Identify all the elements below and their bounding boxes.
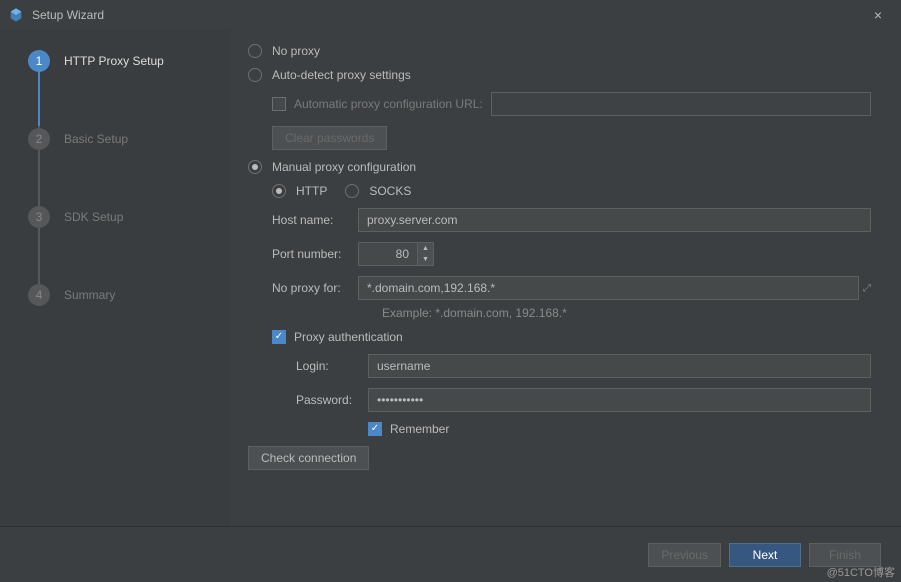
noproxy-example: Example: *.domain.com, 192.168.*: [382, 306, 871, 320]
main-panel: No proxy Auto-detect proxy settings Auto…: [230, 30, 901, 526]
noproxy-input[interactable]: [358, 276, 859, 300]
checkbox-icon: [368, 422, 382, 436]
step-label: Basic Setup: [64, 132, 128, 146]
stepper-up-icon[interactable]: ▲: [418, 243, 433, 254]
radio-icon: [248, 68, 262, 82]
step-label: Summary: [64, 288, 115, 302]
checkbox-icon: [272, 97, 286, 111]
app-logo-icon: [8, 7, 24, 23]
radio-no-proxy[interactable]: No proxy: [248, 44, 871, 58]
expand-icon[interactable]: ⤢: [863, 283, 871, 294]
login-label: Login:: [296, 359, 368, 373]
radio-label: Auto-detect proxy settings: [272, 68, 411, 82]
previous-button[interactable]: Previous: [648, 543, 721, 567]
step-number: 1: [28, 50, 50, 72]
checkbox-remember[interactable]: Remember: [368, 422, 871, 436]
checkbox-auth[interactable]: Proxy authentication: [272, 330, 871, 344]
radio-label: No proxy: [272, 44, 320, 58]
window-title: Setup Wizard: [32, 8, 863, 22]
checkbox-label: Proxy authentication: [294, 330, 403, 344]
radio-icon: [248, 44, 262, 58]
checkbox-auto-url[interactable]: Automatic proxy configuration URL:: [272, 92, 871, 116]
port-label: Port number:: [272, 247, 358, 261]
password-input[interactable]: [368, 388, 871, 412]
step-label: HTTP Proxy Setup: [64, 54, 164, 68]
finish-button[interactable]: Finish: [809, 543, 881, 567]
wizard-sidebar: 1 HTTP Proxy Setup 2 Basic Setup 3 SDK S…: [0, 30, 230, 526]
close-icon[interactable]: ×: [863, 7, 893, 23]
checkbox-label: Automatic proxy configuration URL:: [294, 97, 483, 111]
password-label: Password:: [296, 393, 368, 407]
stepper-down-icon[interactable]: ▼: [418, 254, 433, 265]
radio-http[interactable]: HTTP: [272, 184, 327, 198]
step-number: 3: [28, 206, 50, 228]
step-basic-setup[interactable]: 2 Basic Setup: [28, 128, 230, 150]
step-summary[interactable]: 4 Summary: [28, 284, 230, 306]
titlebar: Setup Wizard ×: [0, 0, 901, 30]
noproxy-label: No proxy for:: [272, 281, 358, 295]
radio-socks[interactable]: SOCKS: [345, 184, 411, 198]
radio-auto-detect[interactable]: Auto-detect proxy settings: [248, 68, 871, 82]
radio-icon: [272, 184, 286, 198]
step-label: SDK Setup: [64, 210, 123, 224]
radio-label: HTTP: [296, 184, 327, 198]
check-connection-button[interactable]: Check connection: [248, 446, 369, 470]
bottom-bar: Previous Next Finish: [0, 526, 901, 582]
radio-icon: [345, 184, 359, 198]
login-input[interactable]: [368, 354, 871, 378]
clear-passwords-button[interactable]: Clear passwords: [272, 126, 387, 150]
step-sdk-setup[interactable]: 3 SDK Setup: [28, 206, 230, 228]
auto-url-input[interactable]: [491, 92, 871, 116]
checkbox-icon: [272, 330, 286, 344]
port-stepper[interactable]: ▲▼: [358, 242, 434, 266]
step-number: 2: [28, 128, 50, 150]
step-http-proxy-setup[interactable]: 1 HTTP Proxy Setup: [28, 50, 230, 72]
radio-label: SOCKS: [369, 184, 411, 198]
radio-icon: [248, 160, 262, 174]
checkbox-label: Remember: [390, 422, 449, 436]
radio-label: Manual proxy configuration: [272, 160, 416, 174]
host-label: Host name:: [272, 213, 358, 227]
step-number: 4: [28, 284, 50, 306]
host-input[interactable]: [358, 208, 871, 232]
next-button[interactable]: Next: [729, 543, 801, 567]
port-input[interactable]: [358, 242, 418, 266]
watermark: @51CTO博客: [827, 564, 895, 580]
radio-manual[interactable]: Manual proxy configuration: [248, 160, 871, 174]
